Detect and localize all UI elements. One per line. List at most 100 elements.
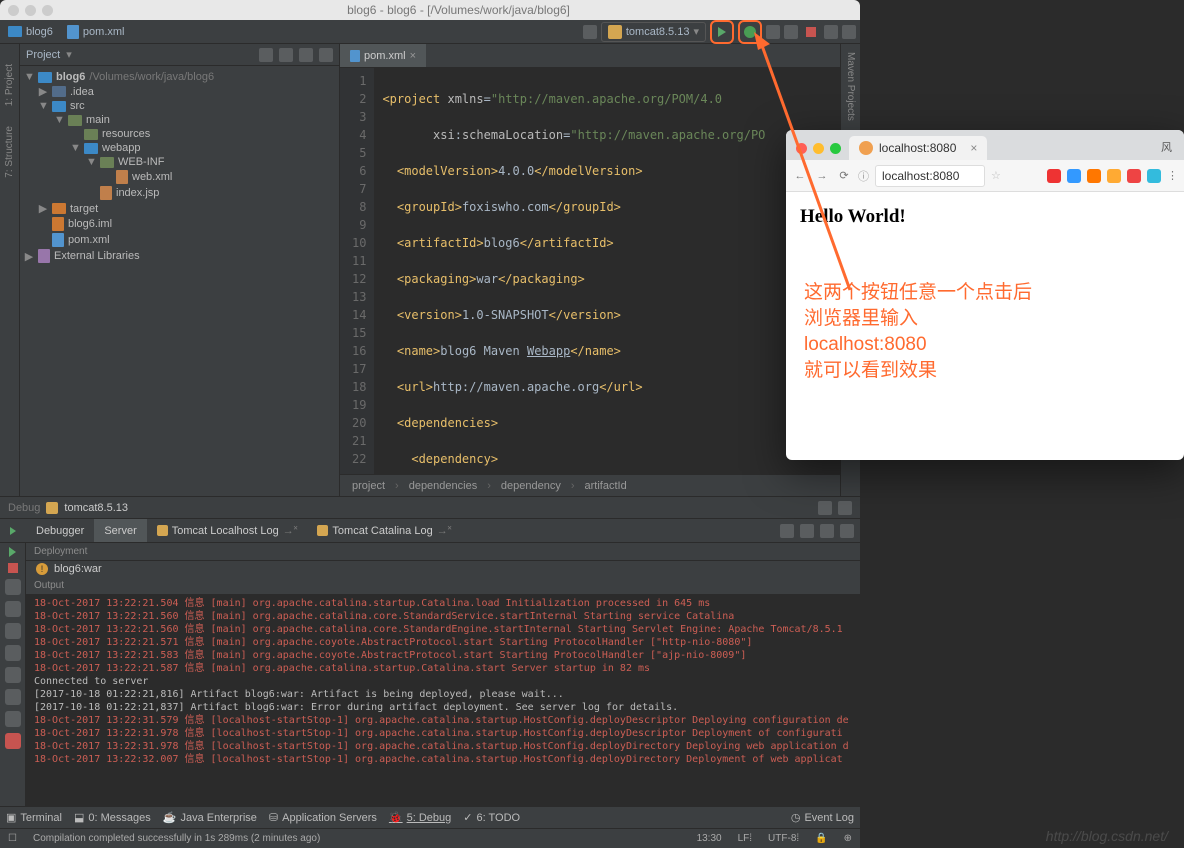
editor-area: pom.xml × 123456789101112131415161718192… bbox=[340, 44, 840, 496]
tab-localhost-log[interactable]: Tomcat Localhost Log→˟ bbox=[147, 519, 308, 542]
debug-button[interactable] bbox=[741, 23, 759, 41]
menu-icon[interactable]: ⋮ bbox=[1167, 169, 1178, 183]
structure-tool[interactable]: 7: Structure bbox=[4, 126, 15, 178]
maven-tool[interactable]: Maven Projects bbox=[845, 52, 856, 121]
run-button[interactable] bbox=[713, 23, 731, 41]
step-icon[interactable] bbox=[780, 524, 794, 538]
collapse-icon[interactable] bbox=[279, 48, 293, 62]
tab-server[interactable]: Server bbox=[94, 519, 146, 542]
deploy-fail-icon[interactable] bbox=[5, 733, 21, 749]
ext-icon[interactable] bbox=[1047, 169, 1061, 183]
forward-icon[interactable]: → bbox=[814, 168, 830, 184]
tab-debug[interactable]: 🐞 5: Debug bbox=[389, 811, 451, 824]
tomcat-icon bbox=[46, 502, 58, 514]
project-tool[interactable]: 1: Project bbox=[4, 64, 15, 106]
debug-panel: Debug tomcat8.5.13 Debugger Server Tomca… bbox=[0, 496, 860, 806]
browser-close[interactable] bbox=[796, 143, 807, 154]
ext-icon[interactable] bbox=[1147, 169, 1161, 183]
address-bar[interactable]: localhost:8080 bbox=[875, 165, 985, 187]
debug-label: Debug bbox=[8, 502, 40, 514]
close-icon[interactable]: × bbox=[970, 141, 977, 155]
hide-icon[interactable] bbox=[319, 48, 333, 62]
maven-icon bbox=[67, 25, 79, 39]
search-icon[interactable] bbox=[842, 25, 856, 39]
warn-icon: ! bbox=[36, 563, 48, 575]
layout-icon[interactable] bbox=[5, 645, 21, 661]
build-icon[interactable] bbox=[583, 25, 597, 39]
tomcat-icon bbox=[608, 25, 622, 39]
tab-todo[interactable]: ✓ 6: TODO bbox=[463, 811, 520, 824]
reload-icon[interactable]: ⟳ bbox=[836, 168, 852, 184]
code-editor[interactable]: <project xmlns="http://maven.apache.org/… bbox=[374, 68, 840, 474]
stop-icon[interactable] bbox=[8, 563, 18, 573]
settings-icon[interactable] bbox=[824, 25, 838, 39]
cursor-pos: 13:30 bbox=[697, 833, 722, 844]
chevron-down-icon[interactable]: ▾ bbox=[66, 48, 72, 61]
stop-button[interactable] bbox=[802, 23, 820, 41]
status-bar: ☐ Compilation completed successfully in … bbox=[0, 828, 860, 848]
run-config-name: tomcat8.5.13 bbox=[626, 26, 690, 38]
editor-tab-pom[interactable]: pom.xml × bbox=[340, 44, 426, 67]
browser-tab[interactable]: localhost:8080 × bbox=[849, 136, 987, 160]
mute-bp-icon[interactable] bbox=[5, 623, 21, 639]
window-title: blog6 - blog6 - [/Volumes/work/java/blog… bbox=[65, 3, 852, 17]
bottom-toolbar: ▣ Terminal ⬓ 0: Messages ☕ Java Enterpri… bbox=[0, 806, 860, 828]
zoom-dot[interactable] bbox=[42, 5, 53, 16]
debug-config: tomcat8.5.13 bbox=[64, 502, 128, 514]
console-output[interactable]: 18-Oct-2017 13:22:21.504 信息 [main] org.a… bbox=[26, 595, 860, 806]
ext-icon[interactable] bbox=[1067, 169, 1081, 183]
attach-icon[interactable] bbox=[784, 25, 798, 39]
left-tool-strip: 1: Project 7: Structure bbox=[0, 44, 20, 496]
hide-icon[interactable] bbox=[838, 501, 852, 515]
project-tree[interactable]: ▼ blog6 /Volumes/work/java/blog6 ▶ .idea… bbox=[20, 66, 339, 268]
chevron-down-icon: ▾ bbox=[693, 25, 699, 38]
line-gutter: 12345678910111213141516171819202122 bbox=[340, 68, 374, 474]
tab-appservers[interactable]: ⛁ Application Servers bbox=[269, 811, 377, 824]
step-icon[interactable] bbox=[840, 524, 854, 538]
folder-icon bbox=[8, 26, 22, 37]
more-icon[interactable] bbox=[5, 667, 21, 683]
tab-debugger[interactable]: Debugger bbox=[26, 519, 94, 542]
tab-javaee[interactable]: ☕ Java Enterprise bbox=[163, 811, 257, 824]
window-titlebar: blog6 - blog6 - [/Volumes/work/java/blog… bbox=[0, 0, 860, 20]
tab-terminal[interactable]: ▣ Terminal bbox=[6, 811, 62, 824]
gear-icon[interactable] bbox=[299, 48, 313, 62]
pause-icon[interactable] bbox=[5, 579, 21, 595]
favicon-icon bbox=[859, 141, 873, 155]
line-sep[interactable]: LF⁞ bbox=[738, 833, 752, 844]
panel-title: Project bbox=[26, 49, 60, 61]
watermark: http://blog.csdn.net/ bbox=[1046, 828, 1168, 844]
more3-icon[interactable] bbox=[5, 711, 21, 727]
ext-icon[interactable] bbox=[1127, 169, 1141, 183]
run-config-dropdown[interactable]: tomcat8.5.13 ▾ bbox=[601, 22, 706, 42]
ext-icon[interactable] bbox=[1107, 169, 1121, 183]
encoding[interactable]: UTF-8⁞ bbox=[768, 833, 799, 844]
event-log[interactable]: ◷ Event Log bbox=[791, 811, 854, 824]
debug-highlight bbox=[738, 20, 762, 44]
browser-profile[interactable]: 风 bbox=[1155, 134, 1178, 160]
output-header: Output bbox=[26, 577, 860, 595]
artifact-row[interactable]: ! blog6:war bbox=[26, 561, 860, 577]
tab-catalina-log[interactable]: Tomcat Catalina Log→˟ bbox=[307, 519, 461, 542]
back-icon[interactable]: ← bbox=[792, 168, 808, 184]
breadcrumb: project› dependencies› dependency› artif… bbox=[340, 474, 840, 496]
tab-messages[interactable]: ⬓ 0: Messages bbox=[74, 811, 151, 824]
step-icon[interactable] bbox=[820, 524, 834, 538]
close-tab-icon[interactable]: × bbox=[410, 50, 416, 62]
gear-icon[interactable] bbox=[818, 501, 832, 515]
toolbar-file[interactable]: pom.xml bbox=[63, 23, 129, 41]
step-icon[interactable] bbox=[800, 524, 814, 538]
rerun-icon[interactable] bbox=[10, 527, 16, 535]
toolbar-project[interactable]: blog6 bbox=[4, 24, 57, 40]
main-toolbar: blog6 pom.xml tomcat8.5.13 ▾ bbox=[0, 20, 860, 44]
browser-max[interactable] bbox=[830, 143, 841, 154]
minimize-dot[interactable] bbox=[25, 5, 36, 16]
view-bp-icon[interactable] bbox=[5, 601, 21, 617]
browser-min[interactable] bbox=[813, 143, 824, 154]
coverage-icon[interactable] bbox=[766, 25, 780, 39]
more2-icon[interactable] bbox=[5, 689, 21, 705]
close-dot[interactable] bbox=[8, 5, 19, 16]
target-icon[interactable] bbox=[259, 48, 273, 62]
ext-icon[interactable] bbox=[1087, 169, 1101, 183]
resume-icon[interactable] bbox=[9, 547, 16, 557]
